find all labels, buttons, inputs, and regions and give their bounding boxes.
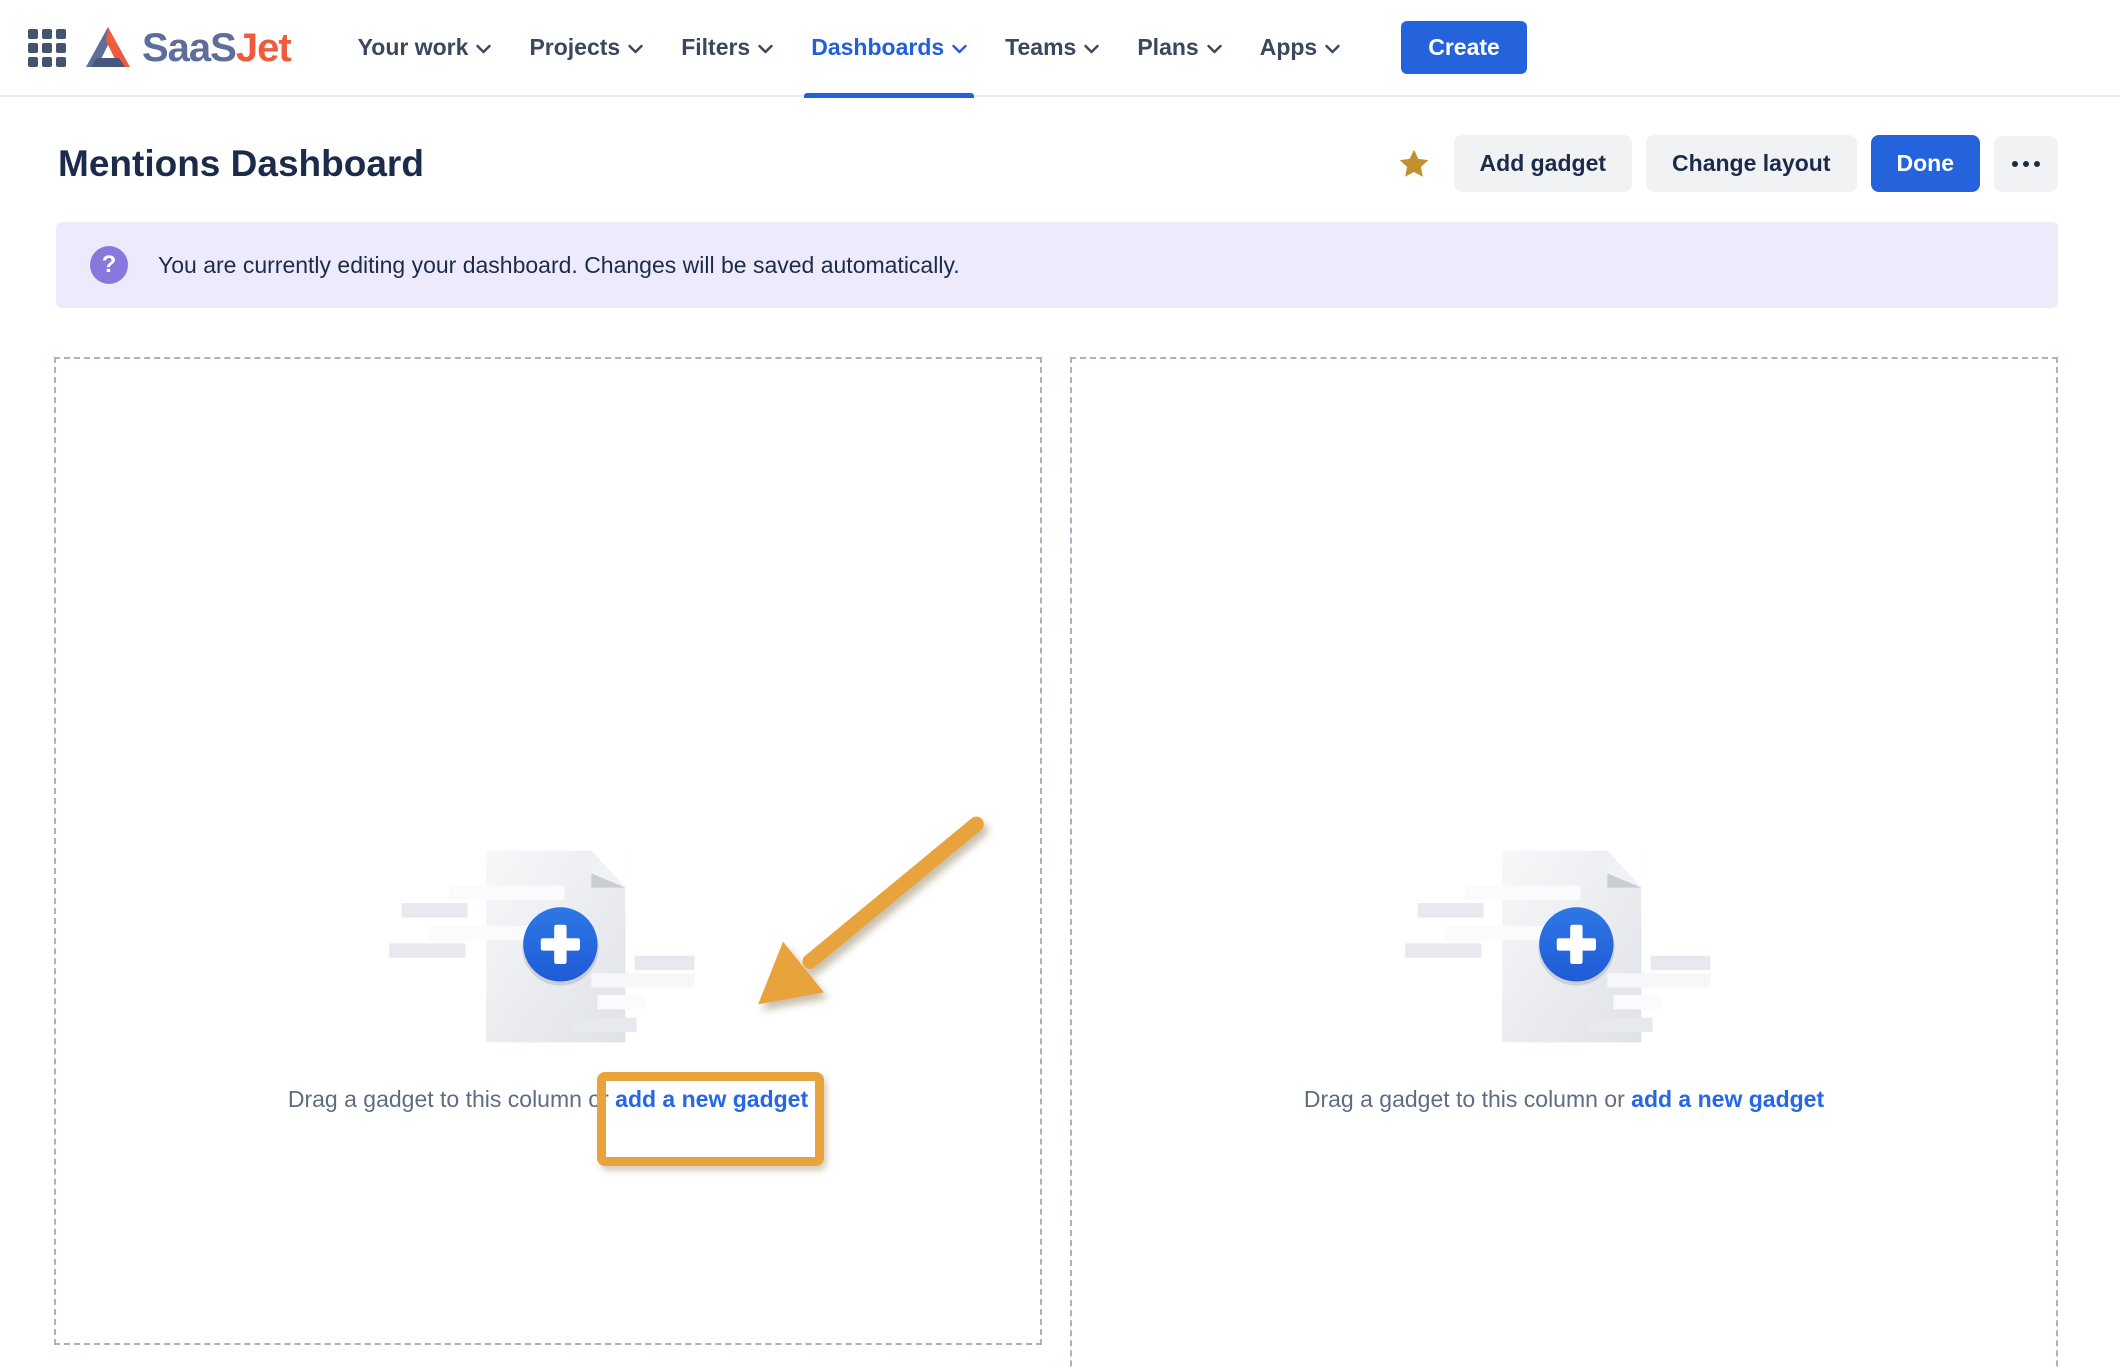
header-actions: Add gadget Change layout Done — [1396, 135, 2058, 192]
gadget-placeholder: Drag a gadget to this column or add a ne… — [56, 842, 1040, 1113]
page-header: Mentions Dashboard Add gadget Change lay… — [58, 135, 2058, 192]
page-title: Mentions Dashboard — [58, 143, 424, 185]
nav-projects[interactable]: Projects — [510, 0, 662, 96]
add-gadget-illustration — [1399, 842, 1729, 1054]
chevron-down-icon — [952, 44, 967, 54]
chevron-down-icon — [476, 44, 491, 54]
chevron-down-icon — [1207, 44, 1222, 54]
dashboard-columns: Drag a gadget to this column or add a ne… — [54, 357, 2058, 1368]
chevron-down-icon — [758, 44, 773, 54]
drag-gadget-hint: Drag a gadget to this column or add a ne… — [1304, 1086, 1824, 1113]
edit-mode-message: You are currently editing your dashboard… — [158, 252, 960, 279]
favorite-star-icon[interactable] — [1396, 146, 1432, 182]
help-question-icon: ? — [90, 246, 128, 284]
ellipsis-icon — [2012, 161, 2018, 167]
main-nav: Your work Projects Filters Dashboards Te… — [339, 0, 1360, 96]
done-button[interactable]: Done — [1871, 135, 1981, 192]
drag-gadget-hint: Drag a gadget to this column or add a ne… — [288, 1086, 808, 1113]
nav-dashboards[interactable]: Dashboards — [792, 0, 986, 96]
gadget-column-left[interactable]: Drag a gadget to this column or add a ne… — [54, 357, 1042, 1345]
chevron-down-icon — [1325, 44, 1340, 54]
saasjet-logo-icon — [84, 25, 132, 71]
chevron-down-icon — [1084, 44, 1099, 54]
edit-mode-banner: ? You are currently editing your dashboa… — [56, 222, 2058, 308]
create-button[interactable]: Create — [1401, 21, 1527, 74]
more-options-button[interactable] — [1994, 136, 2058, 192]
saasjet-wordmark: SaaSJet — [142, 28, 291, 68]
chevron-down-icon — [628, 44, 643, 54]
nav-filters[interactable]: Filters — [662, 0, 792, 96]
add-gadget-button[interactable]: Add gadget — [1454, 135, 1633, 192]
top-navigation-bar: SaaSJet Your work Projects Filters Dashb… — [0, 0, 2120, 97]
nav-apps[interactable]: Apps — [1241, 0, 1360, 96]
add-new-gadget-link[interactable]: add a new gadget — [615, 1086, 808, 1112]
gadget-placeholder: Drag a gadget to this column or add a ne… — [1072, 842, 2056, 1113]
app-switcher-icon[interactable] — [28, 29, 66, 67]
change-layout-button[interactable]: Change layout — [1646, 135, 1856, 192]
nav-your-work[interactable]: Your work — [339, 0, 511, 96]
nav-plans[interactable]: Plans — [1118, 0, 1240, 96]
nav-teams[interactable]: Teams — [986, 0, 1118, 96]
add-gadget-illustration — [383, 842, 713, 1054]
saasjet-logo[interactable]: SaaSJet — [84, 25, 291, 71]
gadget-column-right[interactable]: Drag a gadget to this column or add a ne… — [1070, 357, 2058, 1368]
add-new-gadget-link[interactable]: add a new gadget — [1631, 1086, 1824, 1112]
